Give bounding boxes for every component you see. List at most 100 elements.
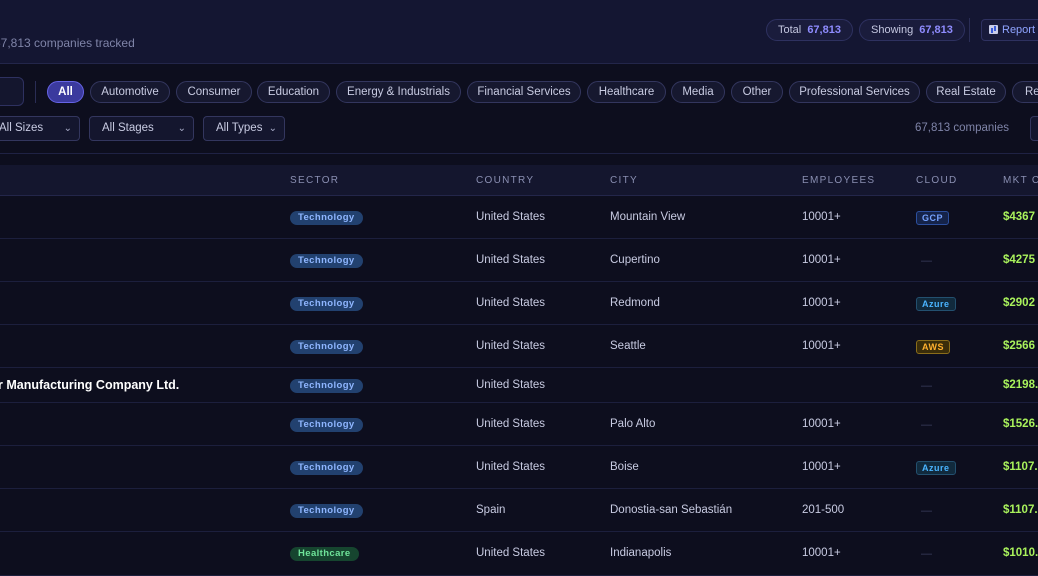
country-cell: United States bbox=[476, 460, 546, 473]
city-cell: Cupertino bbox=[610, 253, 660, 266]
sector-badge: Technology bbox=[290, 503, 363, 518]
type-select-value: All Types bbox=[216, 122, 263, 134]
employees-cell: 10001+ bbox=[802, 210, 841, 223]
cloud-badge: GCP bbox=[916, 210, 950, 225]
size-select[interactable]: All Sizes ⌄ bbox=[0, 116, 80, 141]
stage-select[interactable]: All Stages ⌄ bbox=[89, 116, 194, 141]
page-header: 67,813 companies tracked Total 67,813 Sh… bbox=[0, 0, 1038, 64]
sector-chip-real-estate[interactable]: Real Estate bbox=[926, 81, 1006, 103]
total-stat-value: 67,813 bbox=[807, 24, 841, 36]
employees-cell: 10001+ bbox=[802, 460, 841, 473]
page-subtitle: 67,813 companies tracked bbox=[0, 36, 135, 50]
table-row[interactable]: Technology United States Palo Alto 10001+ — $… bbox=[0, 403, 1038, 446]
stage-select-value: All Stages bbox=[102, 122, 154, 134]
showing-stat-value: 67,813 bbox=[919, 24, 953, 36]
sector-badge: Technology bbox=[290, 296, 363, 311]
table-row[interactable]: Technology United States Redmond 10001+ Azur… bbox=[0, 282, 1038, 325]
sector-chip-education[interactable]: Education bbox=[257, 81, 330, 103]
market-cap-cell: $1107. bbox=[1003, 460, 1038, 473]
section-divider bbox=[0, 153, 1038, 154]
chevron-down-icon: ⌄ bbox=[63, 123, 72, 134]
view-toggle-button[interactable] bbox=[1030, 116, 1038, 141]
sector-chip-media[interactable]: Media bbox=[671, 81, 725, 103]
sector-chip-retail[interactable]: Ret bbox=[1012, 81, 1038, 103]
city-cell: Donostia-san Sebastián bbox=[610, 503, 733, 516]
market-cap-cell: $2566 bbox=[1003, 339, 1035, 352]
companies-page: 67,813 companies tracked Total 67,813 Sh… bbox=[0, 0, 1038, 576]
employees-cell: 10001+ bbox=[802, 417, 841, 430]
table-row[interactable]: Technology United States Boise 10001+ Azure $… bbox=[0, 446, 1038, 489]
sector-badge: Technology bbox=[290, 253, 363, 268]
report-chart-icon bbox=[989, 25, 998, 34]
sector-badge: Healthcare bbox=[290, 547, 359, 561]
country-cell: United States bbox=[476, 296, 546, 309]
table-row[interactable]: Healthcare United States Indianapolis 10001… bbox=[0, 532, 1038, 576]
cloud-badge: — bbox=[921, 379, 933, 392]
table-row[interactable]: Technology United States Mountain View 1000… bbox=[0, 196, 1038, 239]
sector-chip-professional-services[interactable]: Professional Services bbox=[789, 81, 920, 103]
chevron-down-icon: ⌄ bbox=[177, 123, 186, 134]
country-cell: United States bbox=[476, 378, 546, 391]
table-row[interactable]: Technology Spain Donostia-san Sebastián 201… bbox=[0, 489, 1038, 532]
column-header-employees[interactable]: EMPLOYEES bbox=[802, 175, 875, 186]
table-header: SECTOR COUNTRY CITY EMPLOYEES CLOUD MKT … bbox=[0, 165, 1038, 196]
sector-chip-financial-services[interactable]: Financial Services bbox=[467, 81, 581, 103]
employees-cell: 10001+ bbox=[802, 547, 841, 559]
search-input[interactable] bbox=[0, 77, 24, 106]
sector-chip-other[interactable]: Other bbox=[731, 81, 783, 103]
sector-badge: Technology bbox=[290, 460, 363, 475]
sector-chip-energy-industrials[interactable]: Energy & Industrials bbox=[336, 81, 461, 103]
sector-badge: Technology bbox=[290, 378, 363, 393]
companies-count: 67,813 companies bbox=[915, 122, 1009, 134]
sector-badge: Technology bbox=[290, 417, 363, 432]
cloud-badge: — bbox=[921, 254, 933, 267]
sector-chip-healthcare[interactable]: Healthcare bbox=[587, 81, 666, 103]
cloud-badge: — bbox=[921, 504, 933, 517]
type-select[interactable]: All Types ⌄ bbox=[203, 116, 285, 141]
sector-chip-automotive[interactable]: Automotive bbox=[90, 81, 170, 103]
city-cell: Palo Alto bbox=[610, 417, 656, 430]
column-header-cloud[interactable]: CLOUD bbox=[916, 175, 958, 186]
sector-chip-all[interactable]: All bbox=[47, 81, 84, 103]
column-header-mktcap[interactable]: MKT C bbox=[1003, 175, 1038, 186]
employees-cell: 10001+ bbox=[802, 339, 841, 352]
cloud-badge: AWS bbox=[916, 339, 951, 354]
market-cap-cell: $1107. bbox=[1003, 503, 1038, 516]
country-cell: United States bbox=[476, 547, 546, 559]
company-name: r Manufacturing Company Ltd. bbox=[0, 377, 180, 392]
market-cap-cell: $2902 bbox=[1003, 296, 1035, 309]
city-cell: Indianapolis bbox=[610, 547, 672, 559]
sector-badge: Technology bbox=[290, 339, 363, 354]
cloud-badge: — bbox=[921, 548, 933, 560]
report-button[interactable]: Report bbox=[981, 19, 1038, 41]
cloud-badge: — bbox=[921, 418, 933, 431]
city-cell: Seattle bbox=[610, 339, 646, 352]
country-cell: United States bbox=[476, 417, 546, 430]
report-button-label: Report bbox=[1002, 24, 1036, 36]
column-header-city[interactable]: CITY bbox=[610, 175, 638, 186]
city-cell: Mountain View bbox=[610, 210, 686, 223]
country-cell: United States bbox=[476, 339, 546, 352]
column-header-sector[interactable]: SECTOR bbox=[290, 175, 339, 186]
column-header-country[interactable]: COUNTRY bbox=[476, 175, 534, 186]
table-row[interactable]: r Manufacturing Company Ltd. Technology Un… bbox=[0, 368, 1038, 403]
header-divider bbox=[969, 18, 970, 42]
country-cell: United States bbox=[476, 253, 546, 266]
employees-cell: 201-500 bbox=[802, 503, 845, 516]
sector-chip-consumer[interactable]: Consumer bbox=[176, 81, 252, 103]
showing-stat-label: Showing bbox=[871, 24, 914, 36]
table-row[interactable]: Technology United States Cupertino 10001+ — $… bbox=[0, 239, 1038, 282]
country-cell: Spain bbox=[476, 503, 506, 516]
market-cap-cell: $4367 bbox=[1003, 210, 1035, 223]
size-select-value: All Sizes bbox=[0, 122, 44, 134]
market-cap-cell: $1526. bbox=[1003, 417, 1038, 430]
market-cap-cell: $2198. bbox=[1003, 378, 1038, 391]
chevron-down-icon: ⌄ bbox=[268, 123, 277, 134]
cloud-badge: Azure bbox=[916, 296, 956, 311]
employees-cell: 10001+ bbox=[802, 296, 841, 309]
table-row[interactable]: Technology United States Seattle 10001+ AWS $… bbox=[0, 325, 1038, 368]
market-cap-cell: $1010. bbox=[1003, 547, 1038, 559]
cloud-badge: Azure bbox=[916, 460, 956, 475]
country-cell: United States bbox=[476, 210, 546, 223]
city-cell: Boise bbox=[610, 460, 639, 473]
